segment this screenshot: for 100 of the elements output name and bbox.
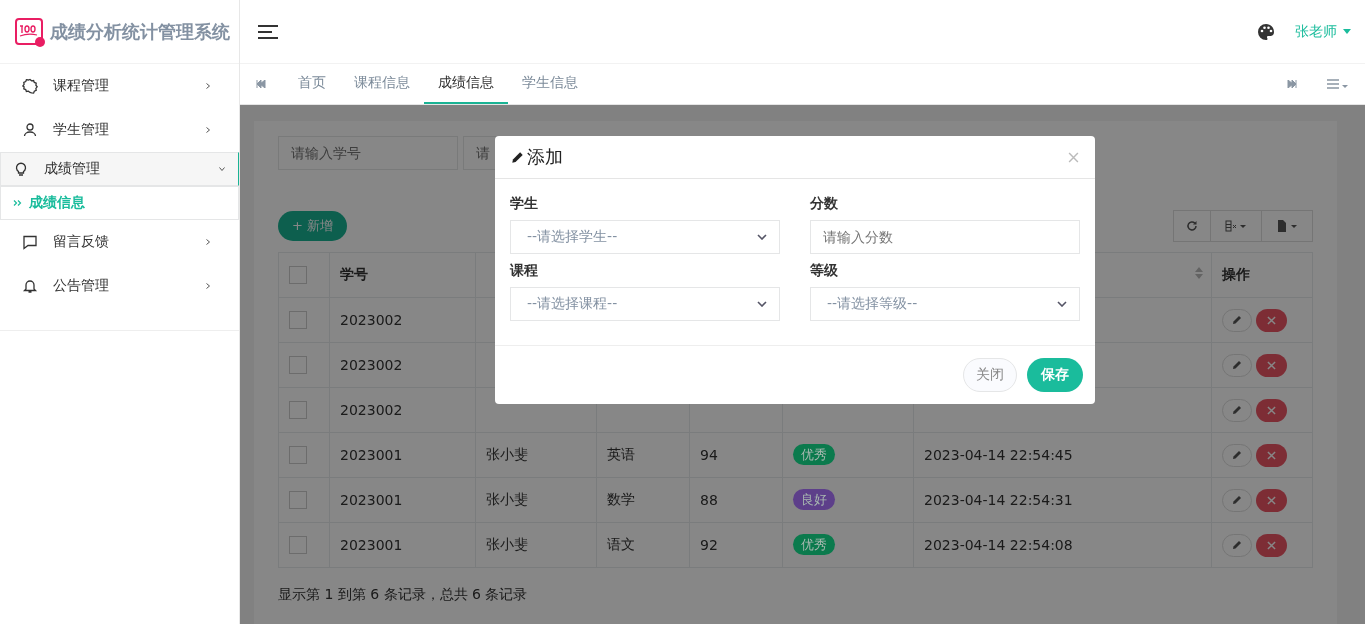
table-cell: 张小斐	[486, 491, 528, 507]
bell-icon	[22, 278, 38, 294]
chat-icon	[22, 234, 38, 250]
select-field[interactable]: --请选择学生--	[510, 220, 780, 254]
table-cell: 2023001	[340, 492, 403, 508]
chevron-icon	[218, 165, 226, 173]
checkbox[interactable]	[289, 536, 307, 554]
tab[interactable]: 课程信息	[340, 64, 424, 104]
save-button[interactable]: 保存	[1027, 358, 1083, 392]
column-header: 学号	[340, 266, 368, 282]
user-menu[interactable]: 张老师	[1295, 22, 1351, 41]
close-button[interactable]: 关闭	[963, 358, 1017, 392]
pencil-icon	[1232, 450, 1242, 460]
table-cell: 张小斐	[486, 446, 528, 462]
grade-tag: 良好	[793, 489, 835, 510]
delete-button[interactable]	[1256, 353, 1287, 377]
edit-button[interactable]	[1222, 308, 1252, 332]
select-field[interactable]: --请选择课程--	[510, 287, 780, 321]
sidebar-item[interactable]: 成绩管理	[0, 152, 239, 186]
menu-icon[interactable]	[258, 24, 278, 39]
checkbox[interactable]	[289, 266, 307, 284]
pencil-icon	[1232, 405, 1242, 415]
gear-icon	[22, 78, 38, 94]
checkbox[interactable]	[289, 401, 307, 419]
person-icon	[22, 122, 38, 138]
sidebar-item[interactable]: 留言反馈	[0, 220, 239, 264]
checkbox[interactable]	[289, 491, 307, 509]
add-button[interactable]: + 新增	[278, 211, 348, 241]
table-cell: 2023002	[340, 357, 403, 373]
input-field[interactable]: 请输入分数	[810, 220, 1080, 254]
edit-button[interactable]	[1222, 443, 1252, 467]
sidebar-item[interactable]: 学生管理	[0, 108, 239, 152]
double-chevron-icon	[13, 199, 23, 207]
table-cell: 2023001	[340, 447, 403, 463]
delete-button[interactable]	[1256, 488, 1287, 512]
chevron-icon	[1057, 301, 1067, 307]
table-cell: 88	[700, 492, 718, 508]
pagination-summary: 显示第 1 到第 6 条记录，总共 6 条记录	[278, 586, 529, 604]
pencil-icon	[511, 150, 524, 164]
sort-icon[interactable]	[1195, 267, 1203, 279]
logo-icon	[14, 15, 46, 48]
sidebar-item[interactable]: 课程管理	[0, 64, 239, 108]
table-cell: 语文	[607, 536, 635, 552]
field-label: 分数	[810, 195, 839, 213]
delete-button[interactable]	[1256, 398, 1287, 422]
chevron-icon	[757, 234, 767, 240]
refresh-button[interactable]	[1173, 210, 1211, 242]
edit-button[interactable]	[1222, 398, 1252, 422]
chevron-icon	[204, 282, 212, 290]
table-cell: 92	[700, 537, 718, 553]
refresh-icon	[1186, 220, 1198, 232]
close-icon	[1267, 315, 1276, 325]
search-field[interactable]: 请输入学号	[278, 136, 458, 170]
first-page-icon[interactable]	[256, 80, 266, 88]
delete-button[interactable]	[1256, 533, 1287, 557]
edit-button[interactable]	[1222, 488, 1252, 512]
pencil-icon	[1232, 540, 1242, 550]
delete-button[interactable]	[1256, 308, 1287, 332]
table-cell: 2023-04-14 22:54:45	[924, 447, 1073, 463]
table-cell: 2023002	[340, 312, 403, 328]
edit-button[interactable]	[1222, 533, 1252, 557]
table-cell: 2023001	[340, 537, 403, 553]
field-label: 学生	[510, 195, 539, 213]
sidebar-item[interactable]: 公告管理	[0, 264, 239, 308]
sidebar-subitem[interactable]: 成绩信息	[0, 186, 239, 220]
export-button[interactable]	[1261, 210, 1313, 242]
tab[interactable]: 学生信息	[508, 64, 592, 104]
delete-button[interactable]	[1256, 443, 1287, 467]
table-cell: 数学	[607, 491, 635, 507]
close-icon	[1267, 540, 1276, 550]
field-label: 等级	[810, 262, 839, 280]
dialog-title: 添加	[527, 145, 563, 169]
caret-icon	[1343, 29, 1351, 34]
checkbox[interactable]	[289, 311, 307, 329]
columns-icon	[1223, 220, 1249, 232]
checkbox[interactable]	[289, 446, 307, 464]
select-field[interactable]: --请选择等级--	[810, 287, 1080, 321]
close-icon	[1267, 450, 1276, 460]
table-cell: 2023-04-14 22:54:31	[924, 492, 1073, 508]
grade-tag: 优秀	[793, 444, 835, 465]
columns-button[interactable]	[1210, 210, 1262, 242]
app-title: 成绩分析统计管理系统	[50, 19, 230, 44]
list-menu-icon[interactable]	[1327, 78, 1349, 90]
close-icon	[1267, 360, 1276, 370]
last-page-icon[interactable]	[1287, 80, 1297, 88]
tab[interactable]: 首页	[284, 64, 340, 104]
field-label: 课程	[510, 262, 539, 280]
checkbox[interactable]	[289, 356, 307, 374]
table-cell: 94	[700, 447, 718, 463]
chevron-icon	[204, 126, 212, 134]
close-icon	[1267, 405, 1276, 415]
pencil-icon	[1232, 315, 1242, 325]
table-cell: 英语	[607, 446, 635, 462]
chevron-icon	[757, 301, 767, 307]
chevron-icon	[204, 82, 212, 90]
table-cell: 2023002	[340, 402, 403, 418]
edit-button[interactable]	[1222, 353, 1252, 377]
close-icon[interactable]	[1068, 151, 1079, 163]
close-icon	[1267, 495, 1276, 505]
palette-icon[interactable]	[1257, 22, 1275, 41]
